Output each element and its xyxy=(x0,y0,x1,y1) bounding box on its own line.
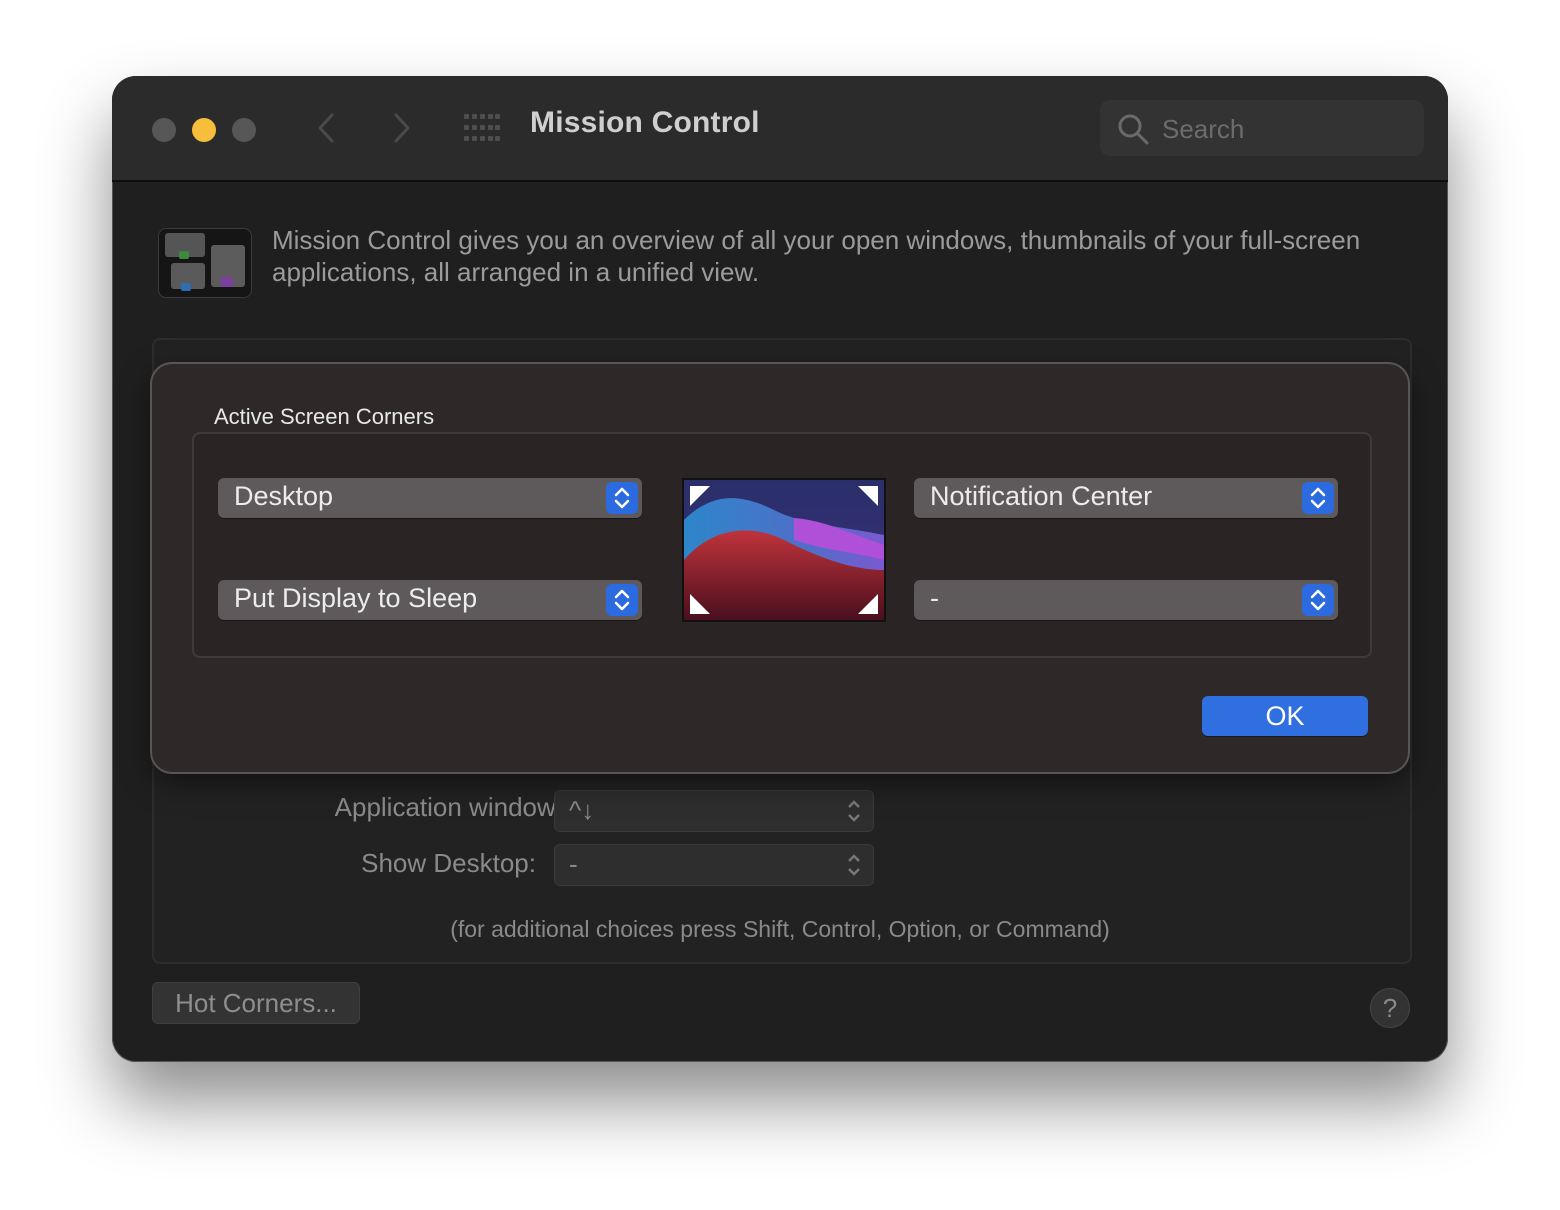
minimize-window-button[interactable] xyxy=(192,118,216,142)
search-input[interactable] xyxy=(1160,108,1414,150)
select-stepper-icon xyxy=(606,482,638,514)
window-title: Mission Control xyxy=(530,106,760,139)
search-field[interactable] xyxy=(1100,100,1424,156)
sheet-title: Active Screen Corners xyxy=(214,404,435,429)
select-stepper-icon xyxy=(1302,482,1334,514)
corners-group-box: Desktop Put Display to Sleep Notificatio… xyxy=(192,432,1372,658)
hot-corners-button[interactable]: Hot Corners... xyxy=(152,982,360,1024)
screen-preview-image xyxy=(682,478,886,622)
application-windows-popup[interactable]: ^↓ xyxy=(554,790,874,832)
show-desktop-popup[interactable]: - xyxy=(554,844,874,886)
show-all-grid-icon[interactable] xyxy=(464,114,500,142)
application-windows-label: Application windows: xyxy=(334,792,576,822)
modifier-hint-text: (for additional choices press Shift, Con… xyxy=(450,916,1110,942)
show-desktop-label: Show Desktop: xyxy=(361,848,536,878)
top-left-corner-select[interactable]: Desktop xyxy=(218,478,642,518)
select-stepper-icon xyxy=(606,584,638,616)
bottom-left-corner-value: Put Display to Sleep xyxy=(234,583,478,613)
select-stepper-icon xyxy=(1302,584,1334,616)
bottom-left-corner-select[interactable]: Put Display to Sleep xyxy=(218,580,642,620)
popup-arrows-icon xyxy=(848,854,860,876)
active-screen-corners-sheet: Active Screen Corners Desktop Put Displa… xyxy=(152,364,1408,772)
mission-control-app-icon xyxy=(158,228,252,298)
forward-chevron-icon[interactable] xyxy=(386,110,416,146)
zoom-window-button[interactable] xyxy=(232,118,256,142)
popup-arrows-icon xyxy=(848,800,860,822)
title-bar: Mission Control xyxy=(112,76,1448,182)
top-right-corner-select[interactable]: Notification Center xyxy=(914,478,1338,518)
application-windows-value: ^↓ xyxy=(569,795,595,825)
ok-button[interactable]: OK xyxy=(1202,696,1368,736)
bottom-right-corner-value: - xyxy=(930,583,939,613)
back-chevron-icon[interactable] xyxy=(312,110,342,146)
help-button[interactable]: ? xyxy=(1370,988,1410,1028)
description-text: Mission Control gives you an overview of… xyxy=(272,225,1361,287)
close-window-button[interactable] xyxy=(152,118,176,142)
top-left-corner-value: Desktop xyxy=(234,481,334,511)
show-desktop-value: - xyxy=(569,849,578,879)
search-icon xyxy=(1118,114,1149,145)
top-right-corner-value: Notification Center xyxy=(930,481,1153,511)
bottom-right-corner-select[interactable]: - xyxy=(914,580,1338,620)
